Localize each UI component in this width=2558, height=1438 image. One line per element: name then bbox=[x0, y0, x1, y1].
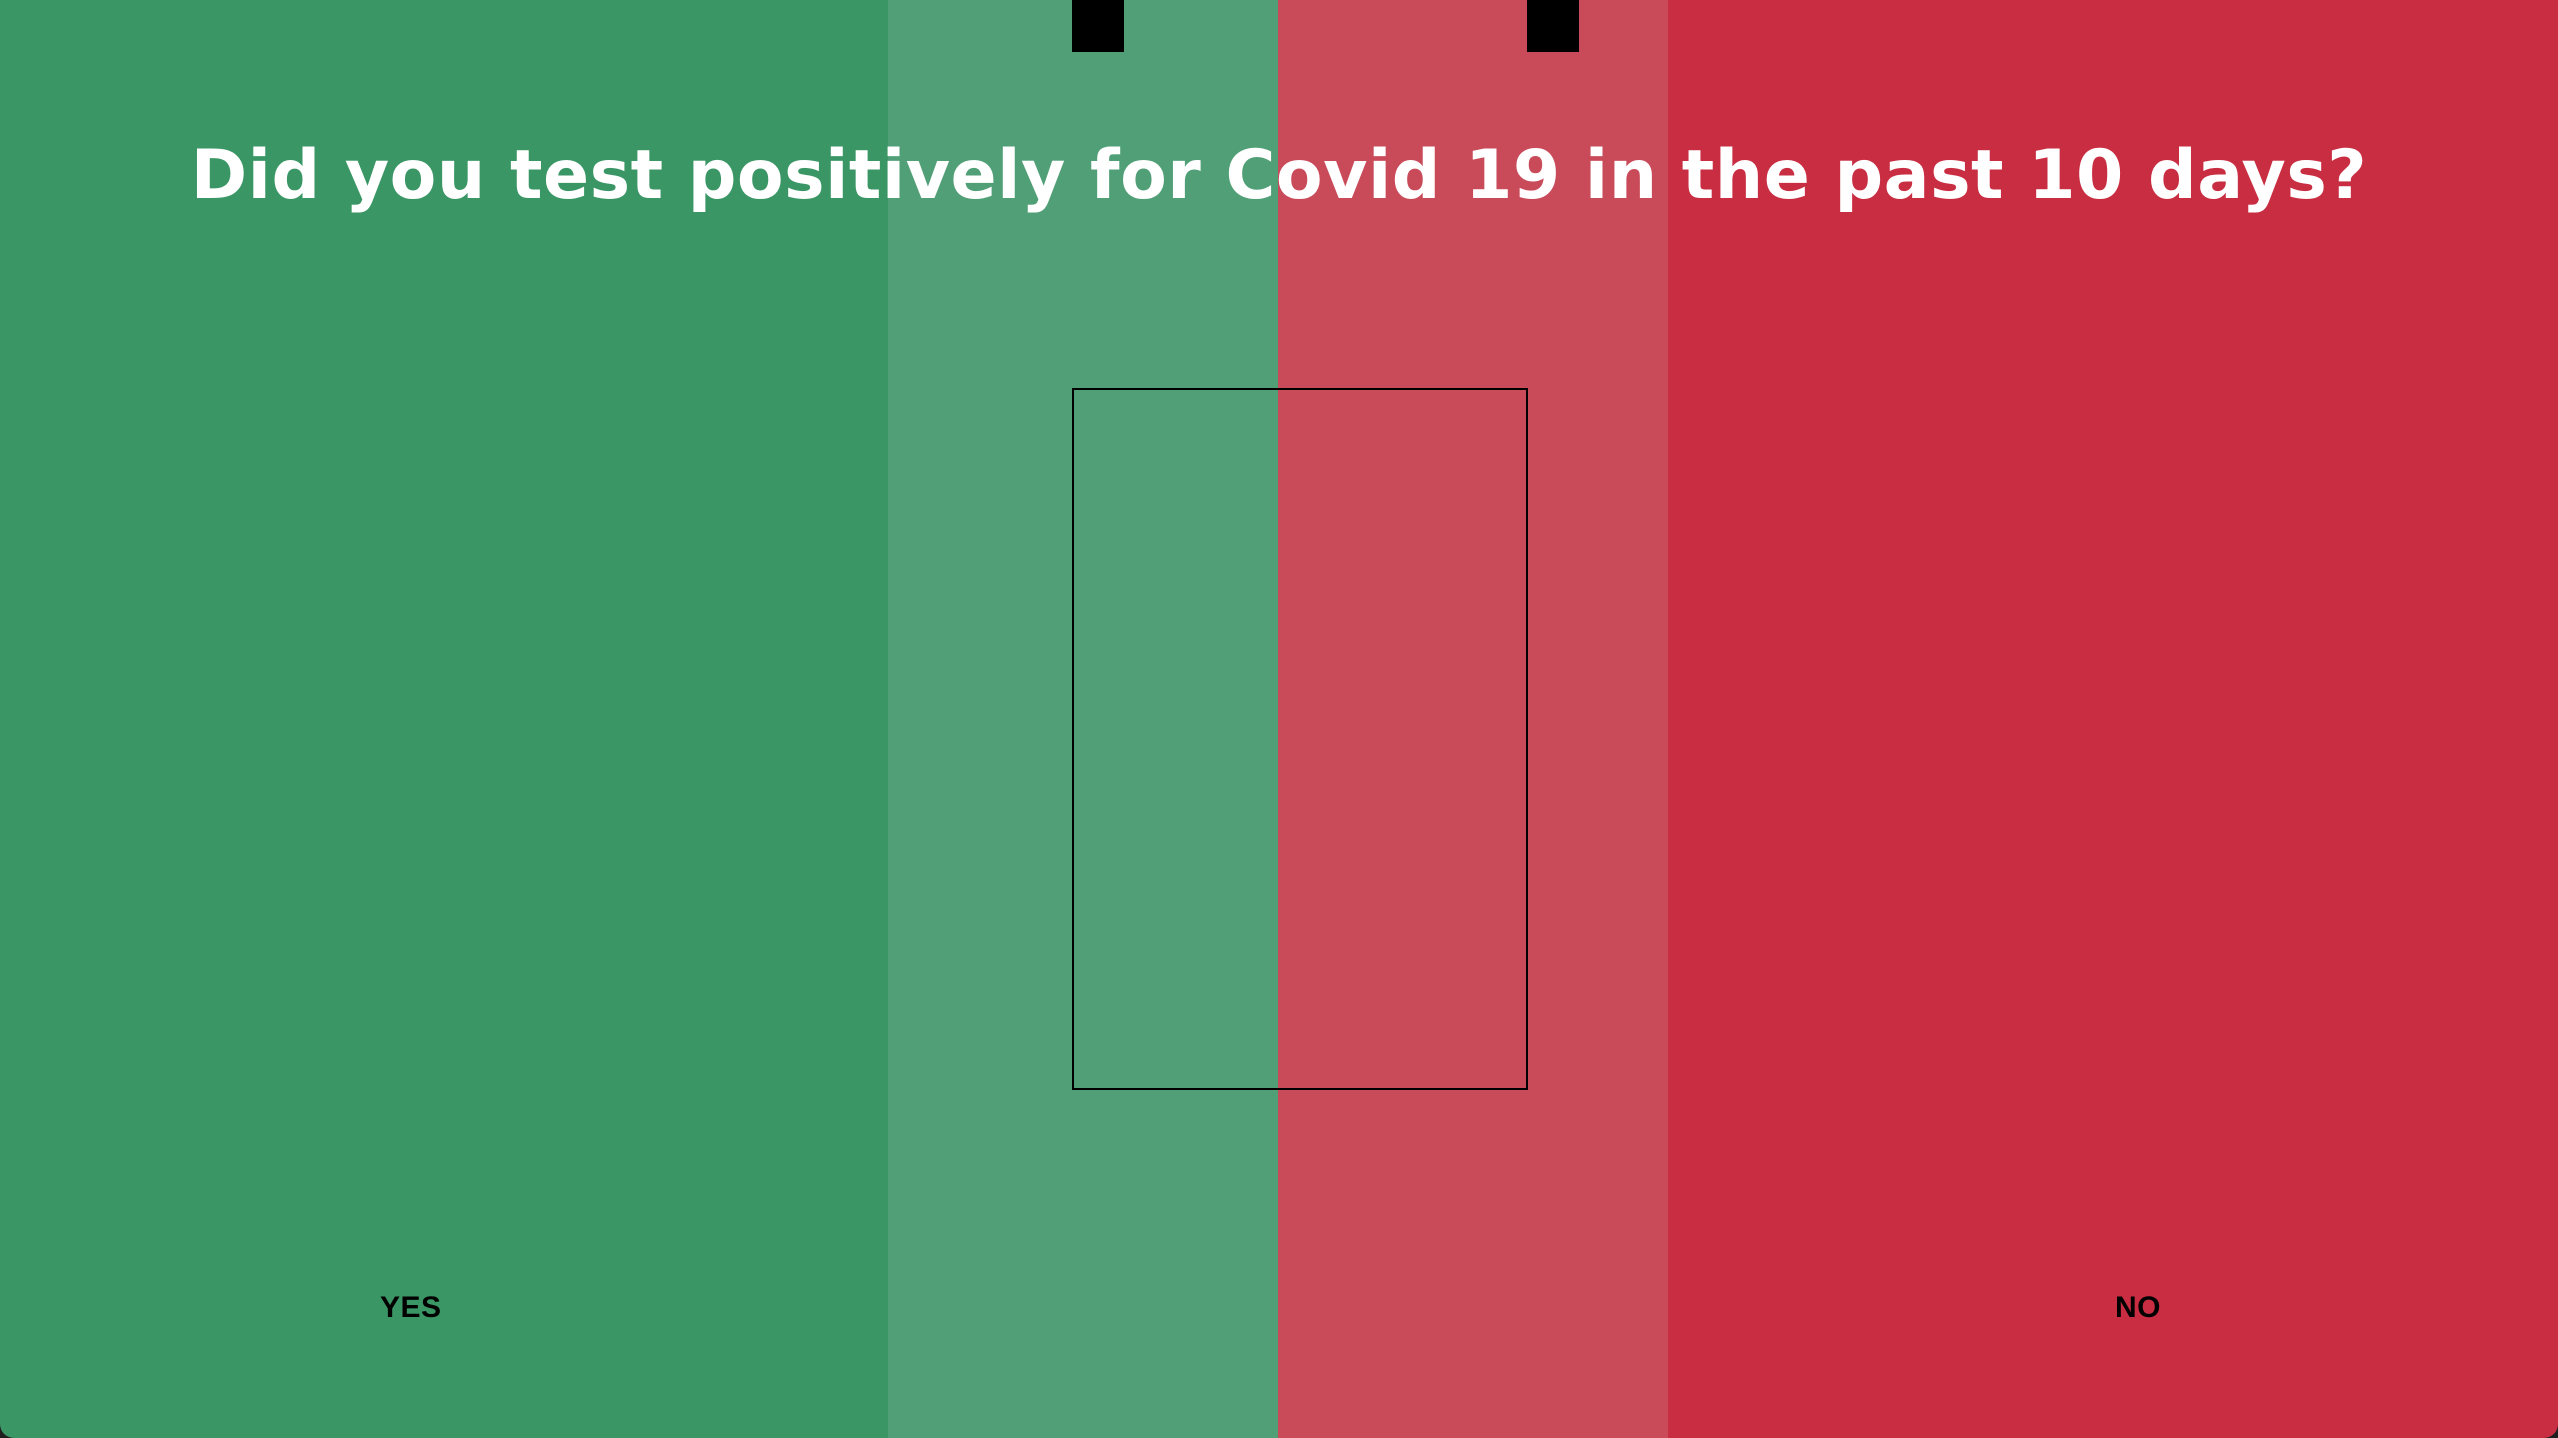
yes-label[interactable]: YES bbox=[380, 1288, 442, 1328]
question-title: Did you test positively for Covid 19 in … bbox=[190, 136, 2368, 215]
center-target-frame bbox=[1072, 388, 1528, 1090]
right-calibration-marker bbox=[1527, 0, 1579, 52]
left-calibration-marker bbox=[1072, 0, 1124, 52]
no-label[interactable]: NO bbox=[2115, 1288, 2161, 1328]
survey-screen: Did you test positively for Covid 19 in … bbox=[0, 0, 2558, 1438]
